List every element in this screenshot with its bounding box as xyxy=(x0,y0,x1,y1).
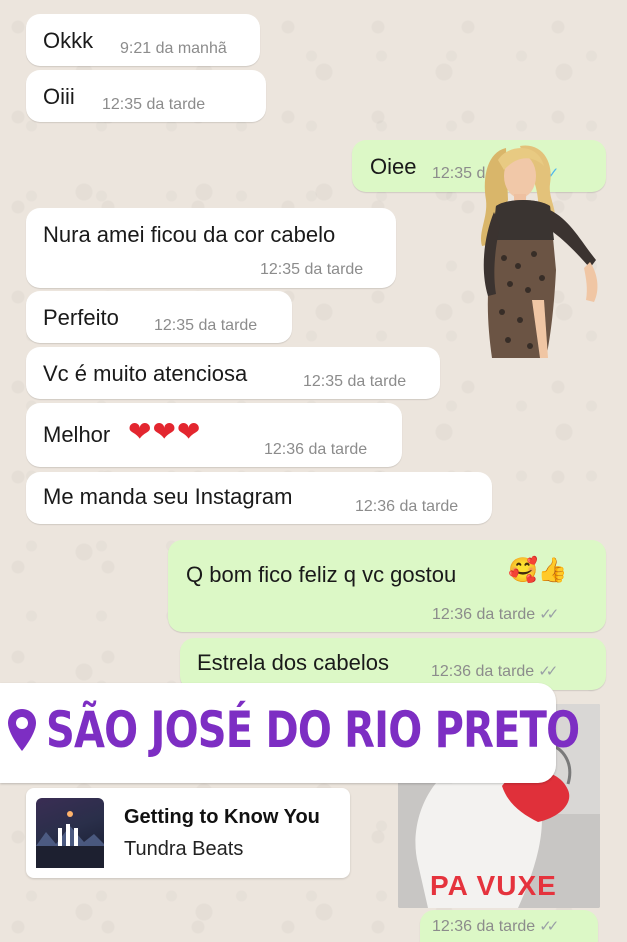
message-time: 12:36 da tarde xyxy=(355,498,459,515)
message-time: 12:35 da tarde xyxy=(154,317,258,334)
message-text: Estrela dos cabelos xyxy=(197,650,389,675)
hearts-emoji: ❤❤❤ xyxy=(128,416,202,447)
message-time-text: 12:36 da tarde xyxy=(431,663,535,680)
message-text: Oiee xyxy=(370,154,417,179)
delivered-ticks-icon: ✓✓ xyxy=(539,918,559,935)
smile-thumbs-emoji: 🥰👍 xyxy=(508,557,568,584)
song-artist: Tundra Beats xyxy=(124,838,244,860)
message-time-text: 12:36 da tarde xyxy=(432,918,536,935)
message-text: Q bom fico feliz q vc gostou xyxy=(186,562,457,587)
message-time: 9:21 da manhã xyxy=(120,40,227,57)
message-text: Oiii xyxy=(43,84,75,109)
incoming-message[interactable]: Oiii 12:35 da tarde xyxy=(26,70,266,122)
incoming-message[interactable]: Perfeito 12:35 da tarde xyxy=(26,291,292,343)
message-text: Okkk xyxy=(43,28,94,53)
map-pin-icon xyxy=(8,709,36,751)
message-time: 12:35 da tarde xyxy=(102,96,206,113)
message-text: Melhor xyxy=(43,422,111,447)
delivered-ticks-icon: ✓✓ xyxy=(538,663,558,680)
message-time: 12:36 da tarde ✓✓ xyxy=(431,662,558,681)
message-time: 12:35 da tarde xyxy=(260,261,364,278)
sticker-caption: PA VUXE xyxy=(430,870,557,901)
delivered-ticks-icon: ✓✓ xyxy=(539,606,559,623)
location-sticker[interactable]: SÃO JOSÉ DO RIO PRETO xyxy=(0,683,580,783)
music-sticker[interactable]: Getting to Know You Tundra Beats xyxy=(26,788,350,878)
incoming-message[interactable]: Nura amei ficou da cor cabelo 12:35 da t… xyxy=(26,208,396,288)
incoming-message[interactable]: Okkk 9:21 da manhã xyxy=(26,14,260,66)
song-title: Getting to Know You xyxy=(124,806,320,828)
album-art-icon xyxy=(36,798,104,868)
message-time: 12:36 da tarde ✓✓ xyxy=(432,605,559,624)
message-text: Nura amei ficou da cor cabelo xyxy=(43,222,336,247)
outgoing-message[interactable]: Q bom fico feliz q vc gostou 🥰👍 12:36 da… xyxy=(168,540,606,632)
message-text: Me manda seu Instagram xyxy=(43,484,293,509)
location-name: SÃO JOSÉ DO RIO PRETO xyxy=(46,701,580,759)
message-text: Perfeito xyxy=(43,305,119,330)
message-time-text: 12:36 da tarde xyxy=(432,606,536,623)
incoming-message[interactable]: Me manda seu Instagram 12:36 da tarde xyxy=(26,472,492,524)
incoming-message[interactable]: Vc é muito atenciosa 12:35 da tarde xyxy=(26,347,440,399)
message-time: 12:36 da tarde ✓✓ xyxy=(432,917,559,936)
message-time: 12:35 da tarde xyxy=(303,373,407,390)
incoming-message[interactable]: Melhor ❤❤❤ 12:36 da tarde xyxy=(26,403,402,467)
woman-sticker-image[interactable] xyxy=(458,140,606,360)
message-time: 12:36 da tarde xyxy=(264,441,368,458)
message-text: Vc é muito atenciosa xyxy=(43,361,248,386)
sticker-time-badge: 12:36 da tarde ✓✓ xyxy=(420,910,598,942)
